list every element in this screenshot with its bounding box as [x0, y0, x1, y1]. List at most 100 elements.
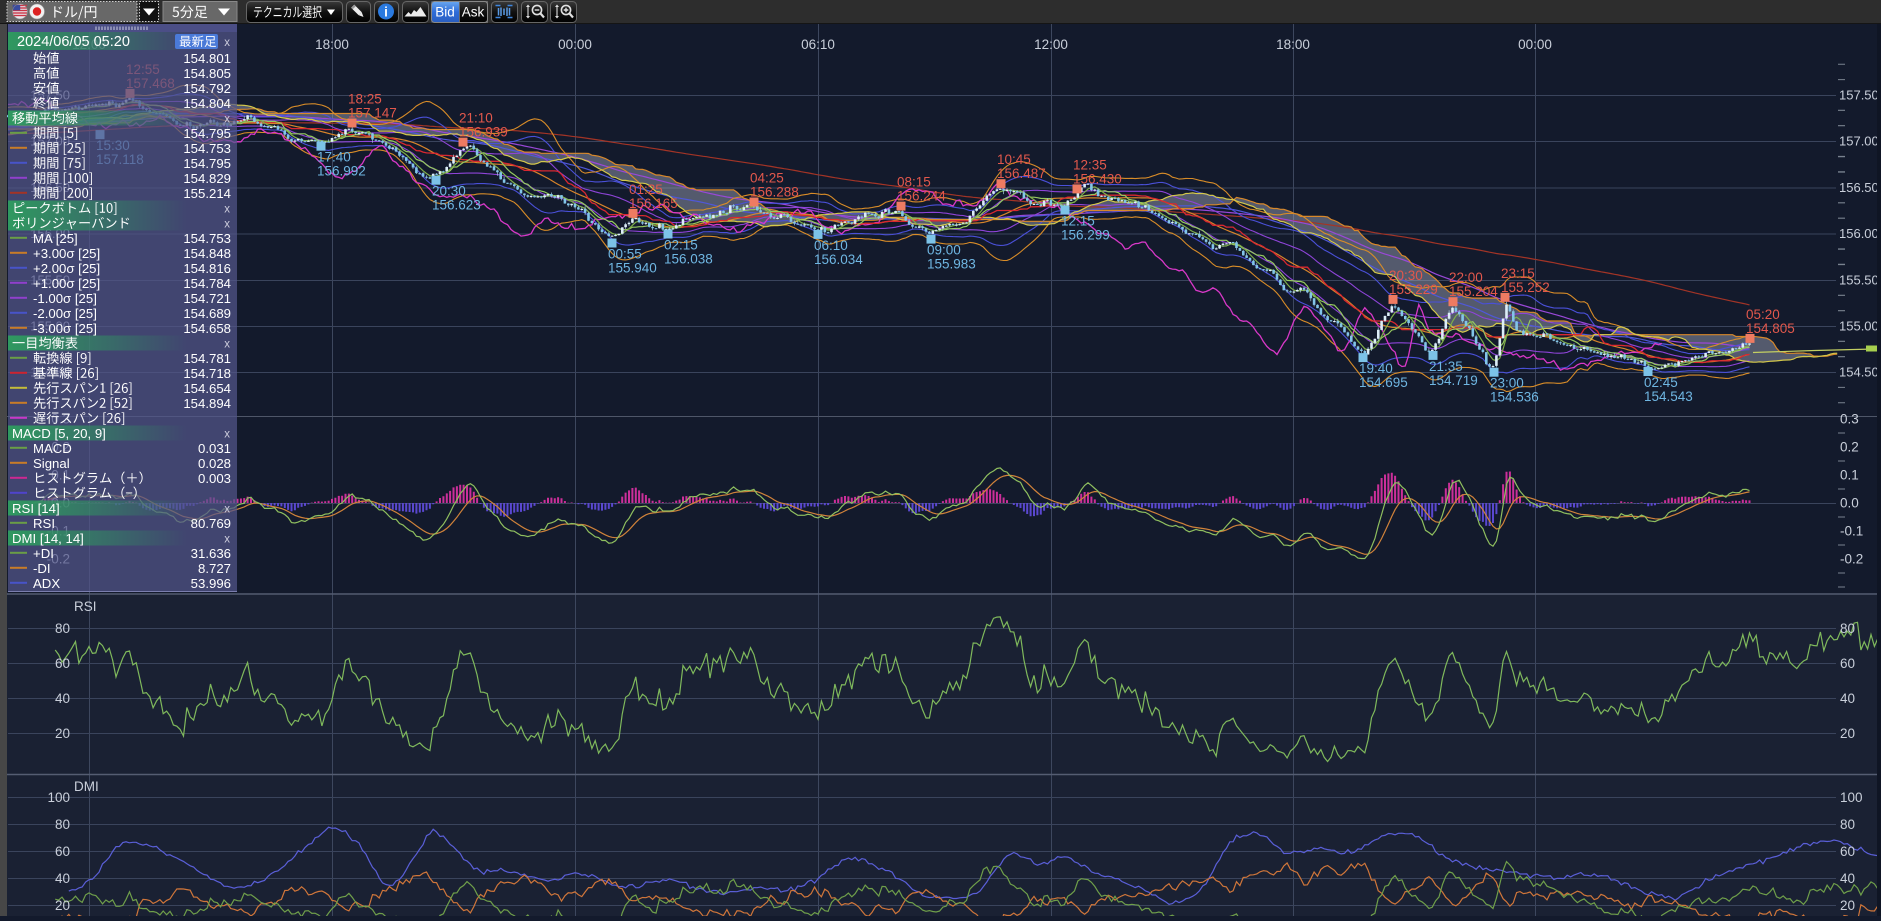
svg-text:155.204: 155.204 [1449, 284, 1498, 299]
svg-text:Signal: Signal [33, 456, 70, 471]
svg-text:0.2: 0.2 [1840, 440, 1859, 455]
svg-text:-3.00σ [25]: -3.00σ [25] [33, 321, 97, 336]
svg-text:Bid: Bid [435, 5, 455, 20]
svg-text:06:10: 06:10 [814, 238, 848, 253]
svg-text:60: 60 [1840, 844, 1855, 859]
svg-text:53.996: 53.996 [191, 576, 231, 591]
svg-text:155.983: 155.983 [927, 257, 976, 272]
svg-text:80: 80 [1840, 621, 1855, 636]
svg-text:+1.00σ [25]: +1.00σ [25] [33, 276, 100, 291]
svg-text:154.801: 154.801 [183, 51, 231, 66]
svg-text:154.781: 154.781 [183, 351, 231, 366]
svg-text:40: 40 [55, 691, 70, 706]
svg-text:18:00: 18:00 [1276, 37, 1310, 52]
svg-text:19:40: 19:40 [1359, 361, 1393, 376]
svg-text:i: i [384, 5, 388, 20]
svg-text:20:30: 20:30 [432, 184, 466, 199]
svg-text:156.038: 156.038 [664, 252, 713, 267]
svg-text:155.50: 155.50 [1839, 273, 1879, 288]
svg-text:40: 40 [1840, 871, 1855, 886]
svg-text:12:35: 12:35 [1073, 157, 1107, 172]
svg-text:-0.1: -0.1 [1840, 524, 1863, 539]
svg-text:156.165: 156.165 [629, 196, 678, 211]
svg-text:155.00: 155.00 [1839, 319, 1879, 334]
svg-text:-1.00σ [25]: -1.00σ [25] [33, 291, 97, 306]
svg-text:20: 20 [1840, 726, 1855, 741]
svg-text:156.939: 156.939 [459, 125, 508, 140]
svg-text:40: 40 [1840, 691, 1855, 706]
svg-text:80.769: 80.769 [191, 516, 231, 531]
svg-text:06:10: 06:10 [801, 37, 835, 52]
svg-text:80: 80 [1840, 817, 1855, 832]
svg-text:154.816: 154.816 [183, 261, 231, 276]
svg-text:8.727: 8.727 [198, 561, 231, 576]
svg-text:21:35: 21:35 [1429, 359, 1463, 374]
svg-text:155.252: 155.252 [1501, 280, 1550, 295]
svg-text:+2.00σ [25]: +2.00σ [25] [33, 261, 100, 276]
svg-text:154.795: 154.795 [183, 126, 231, 141]
svg-text:157.147: 157.147 [348, 106, 397, 121]
svg-text:ADX: ADX [33, 576, 60, 591]
svg-text:x: x [224, 37, 230, 49]
svg-text:12:00: 12:00 [1034, 37, 1068, 52]
svg-text:154.543: 154.543 [1644, 389, 1693, 404]
svg-text:154.753: 154.753 [183, 231, 231, 246]
svg-text:155.214: 155.214 [183, 186, 231, 201]
svg-text:80: 80 [55, 817, 70, 832]
svg-text:Ask: Ask [462, 5, 485, 20]
svg-text:09:00: 09:00 [927, 243, 961, 258]
svg-text:10:45: 10:45 [997, 152, 1031, 167]
svg-text:+DI: +DI [33, 546, 54, 561]
svg-text:156.487: 156.487 [997, 166, 1046, 181]
svg-text:RSI [14]: RSI [14] [12, 501, 60, 516]
svg-text:01:25: 01:25 [629, 182, 663, 197]
svg-text:154.654: 154.654 [183, 381, 231, 396]
svg-text:00:00: 00:00 [1518, 37, 1552, 52]
svg-text:156.288: 156.288 [750, 185, 799, 200]
svg-text:156.623: 156.623 [432, 198, 481, 213]
svg-text:156.430: 156.430 [1073, 171, 1122, 186]
svg-text:157.00: 157.00 [1839, 134, 1879, 149]
svg-text:x: x [224, 429, 230, 441]
svg-text:156.299: 156.299 [1061, 228, 1110, 243]
svg-text:154.721: 154.721 [183, 291, 231, 306]
svg-text:-0.2: -0.2 [1840, 552, 1863, 567]
svg-text:0.003: 0.003 [198, 471, 231, 486]
svg-text:0.0: 0.0 [1840, 496, 1859, 511]
svg-text:17:40: 17:40 [317, 150, 351, 165]
svg-text:155.940: 155.940 [608, 261, 657, 276]
svg-text:156.992: 156.992 [317, 164, 366, 179]
svg-text:05:20: 05:20 [1746, 307, 1780, 322]
svg-text:-DI: -DI [33, 561, 51, 576]
svg-text:154.829: 154.829 [183, 171, 231, 186]
svg-text:154.805: 154.805 [1746, 321, 1795, 336]
svg-text:60: 60 [55, 656, 70, 671]
svg-text:20: 20 [55, 726, 70, 741]
svg-text:21:10: 21:10 [459, 111, 493, 126]
svg-text:154.795: 154.795 [183, 156, 231, 171]
svg-text:0.3: 0.3 [1840, 412, 1859, 427]
svg-text:156.244: 156.244 [897, 189, 946, 204]
svg-text:RSI: RSI [33, 516, 55, 531]
svg-text:00:55: 00:55 [608, 247, 642, 262]
svg-text:154.50: 154.50 [1839, 365, 1879, 380]
svg-text:MACD: MACD [33, 441, 72, 456]
svg-text:x: x [224, 219, 230, 231]
svg-text:154.805: 154.805 [183, 66, 231, 81]
svg-text:+3.00σ [25]: +3.00σ [25] [33, 246, 100, 261]
svg-text:156.50: 156.50 [1839, 180, 1879, 195]
svg-text:156.034: 156.034 [814, 252, 863, 267]
svg-text:154.753: 154.753 [183, 141, 231, 156]
svg-text:154.784: 154.784 [183, 276, 231, 291]
svg-text:154.894: 154.894 [183, 396, 231, 411]
svg-text:155.229: 155.229 [1389, 282, 1438, 297]
svg-text:40: 40 [55, 871, 70, 886]
svg-text:2024/06/05 05:20: 2024/06/05 05:20 [17, 34, 130, 50]
svg-text:157.50: 157.50 [1839, 88, 1879, 103]
svg-text:154.689: 154.689 [183, 306, 231, 321]
svg-text:20: 20 [1840, 898, 1855, 913]
svg-text:20: 20 [55, 898, 70, 913]
svg-text:154.804: 154.804 [183, 96, 231, 111]
svg-text:100: 100 [47, 790, 70, 805]
svg-text:MACD [5, 20, 9]: MACD [5, 20, 9] [12, 426, 106, 441]
